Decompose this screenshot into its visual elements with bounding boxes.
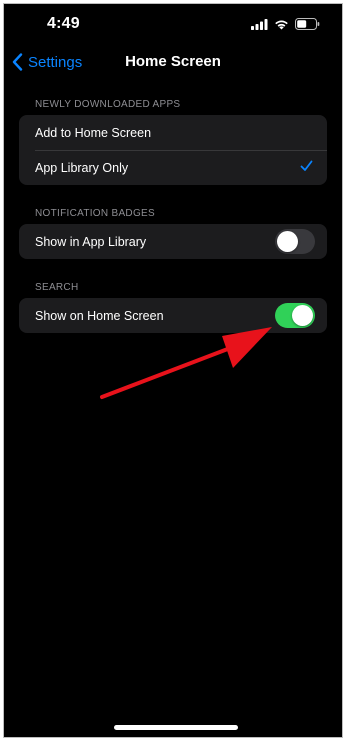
annotation-arrow: [100, 327, 272, 399]
home-indicator: [114, 725, 238, 730]
phone-screen: 4:49 Settings Home Screen NEWLY DOWNLOAD…: [3, 3, 343, 738]
